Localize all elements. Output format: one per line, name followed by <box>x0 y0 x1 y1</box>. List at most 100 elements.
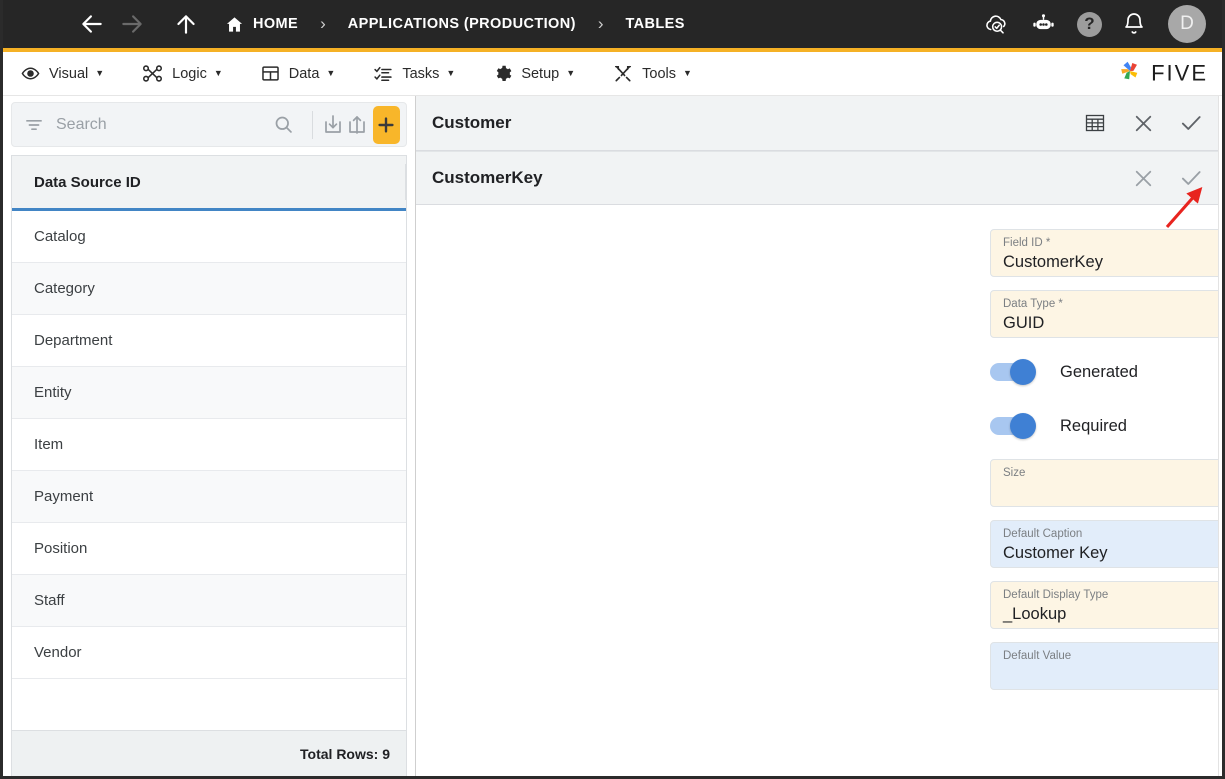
export-icon[interactable] <box>345 107 369 143</box>
default-value-input[interactable]: Default Value <box>990 642 1222 690</box>
chevron-down-icon: ▼ <box>213 68 223 78</box>
record-editor-panel: Customer CustomerKey Field ID * Customer… <box>416 96 1222 776</box>
home-icon <box>225 15 244 34</box>
menu-item-tools[interactable]: Tools ▼ <box>613 64 692 83</box>
top-navigation-bar: HOME › APPLICATIONS (PRODUCTION) › TABLE… <box>3 0 1222 52</box>
default-display-type-select[interactable]: Default Display Type _Lookup <box>990 581 1222 629</box>
data-source-panel: Data Source ID Catalog Category Departme… <box>3 96 416 776</box>
breadcrumb-item-tables[interactable]: TABLES <box>625 16 684 32</box>
brand-text: FIVE <box>1151 60 1208 86</box>
chevron-down-icon: ▼ <box>683 68 692 78</box>
add-record-button[interactable] <box>372 105 400 144</box>
menu-item-logic[interactable]: Logic ▼ <box>142 64 223 83</box>
table-header: Customer <box>416 96 1222 151</box>
generated-toggle-row: Generated <box>990 351 1222 393</box>
table-row[interactable]: Position <box>12 523 406 575</box>
table-row[interactable]: Staff <box>12 575 406 627</box>
chevron-down-icon: ▼ <box>326 68 336 78</box>
back-arrow-icon[interactable] <box>75 7 109 41</box>
table-row[interactable]: Item <box>12 419 406 471</box>
application-window: HOME › APPLICATIONS (PRODUCTION) › TABLE… <box>0 0 1225 779</box>
import-icon[interactable] <box>321 107 345 143</box>
field-id-value: CustomerKey <box>1003 253 1103 271</box>
menu-label-tools: Tools <box>642 65 676 82</box>
forward-arrow-icon[interactable] <box>115 7 149 41</box>
field-id-input[interactable]: Field ID * CustomerKey <box>990 229 1222 277</box>
data-type-select[interactable]: Data Type * GUID <box>990 290 1222 338</box>
default-caption-value: Customer Key <box>1003 544 1108 562</box>
help-icon[interactable]: ? <box>1077 11 1102 37</box>
chevron-down-icon: ▼ <box>446 68 456 78</box>
menu-item-setup[interactable]: Setup ▼ <box>493 64 575 83</box>
five-pinwheel-icon <box>1115 56 1145 91</box>
size-label: Size <box>1003 467 1026 479</box>
cloud-check-icon[interactable] <box>983 11 1010 38</box>
field-header: CustomerKey <box>416 151 1222 205</box>
page-title: Customer <box>432 113 512 132</box>
search-input[interactable] <box>56 115 263 134</box>
application-menu-bar: Visual ▼ Logic ▼ Data ▼ Tasks ▼ Setup ▼ … <box>3 52 1222 96</box>
gear-icon <box>493 64 512 83</box>
logic-nodes-icon <box>142 64 163 83</box>
field-header-actions <box>1128 163 1206 193</box>
breadcrumb-separator: › <box>320 14 326 33</box>
hamburger-menu-icon[interactable] <box>25 18 47 30</box>
menu-label-data: Data <box>288 65 320 82</box>
confirm-icon[interactable] <box>1176 108 1206 138</box>
generated-toggle[interactable] <box>990 359 1036 385</box>
table-icon <box>261 64 280 83</box>
brand-logo: FIVE <box>1115 56 1208 91</box>
form-fields-container: Field ID * CustomerKey Data Type * GUID <box>990 229 1222 690</box>
default-display-type-label: Default Display Type <box>1003 589 1109 601</box>
checklist-icon <box>373 64 393 83</box>
data-source-grid: Data Source ID Catalog Category Departme… <box>11 155 407 730</box>
table-row[interactable]: Vendor <box>12 627 406 679</box>
data-type-label: Data Type * <box>1003 298 1063 310</box>
table-header-actions <box>1080 108 1206 138</box>
table-row[interactable]: Payment <box>12 471 406 523</box>
table-row[interactable]: Category <box>12 263 406 315</box>
bell-icon[interactable] <box>1122 12 1146 36</box>
size-input[interactable]: Size 36 <box>990 459 1222 507</box>
main-body: Data Source ID Catalog Category Departme… <box>3 96 1222 776</box>
menu-label-setup: Setup <box>521 65 560 82</box>
up-arrow-icon[interactable] <box>169 7 203 41</box>
breadcrumb: HOME › APPLICATIONS (PRODUCTION) › TABLE… <box>225 14 685 34</box>
search-icon[interactable] <box>263 114 304 135</box>
chevron-down-icon: ▼ <box>95 68 105 78</box>
required-toggle[interactable] <box>990 413 1036 439</box>
close-icon[interactable] <box>1128 108 1158 138</box>
field-title: CustomerKey <box>432 168 543 187</box>
close-icon[interactable] <box>1128 163 1158 193</box>
table-row-empty <box>12 679 406 730</box>
menu-item-visual[interactable]: Visual ▼ <box>21 64 104 83</box>
vertical-scrollbar[interactable] <box>1218 96 1222 776</box>
menu-item-data[interactable]: Data ▼ <box>261 64 336 83</box>
tools-icon <box>613 64 633 83</box>
grid-column-header-data-source-id[interactable]: Data Source ID <box>12 156 406 211</box>
menu-item-tasks[interactable]: Tasks ▼ <box>373 64 455 83</box>
breadcrumb-separator: › <box>597 14 604 33</box>
breadcrumb-label-applications: APPLICATIONS (PRODUCTION) <box>347 16 576 32</box>
field-id-label: Field ID * <box>1003 237 1051 249</box>
table-row[interactable]: Entity <box>12 367 406 419</box>
breadcrumb-item-applications[interactable]: APPLICATIONS (PRODUCTION) <box>348 16 576 32</box>
avatar[interactable]: D <box>1168 5 1206 43</box>
breadcrumb-item-home[interactable]: HOME <box>225 15 298 34</box>
chevron-down-icon: ▼ <box>566 68 576 78</box>
menu-label-logic: Logic <box>172 65 207 82</box>
table-row[interactable]: Catalog <box>12 211 406 263</box>
toolbar-divider <box>312 110 313 139</box>
breadcrumb-label-tables: TABLES <box>625 16 685 32</box>
menu-label-tasks: Tasks <box>402 65 440 82</box>
grid-view-icon[interactable] <box>1080 108 1110 138</box>
filter-icon[interactable] <box>24 115 44 135</box>
default-caption-label: Default Caption <box>1003 528 1083 540</box>
default-caption-input[interactable]: Default Caption Customer Key <box>990 520 1222 568</box>
search-toolbar <box>11 102 407 147</box>
menu-label-visual: Visual <box>49 65 89 82</box>
robot-chat-icon[interactable] <box>1030 11 1057 38</box>
confirm-icon[interactable] <box>1176 163 1206 193</box>
breadcrumb-label-home: HOME <box>253 16 299 32</box>
table-row[interactable]: Department <box>12 315 406 367</box>
